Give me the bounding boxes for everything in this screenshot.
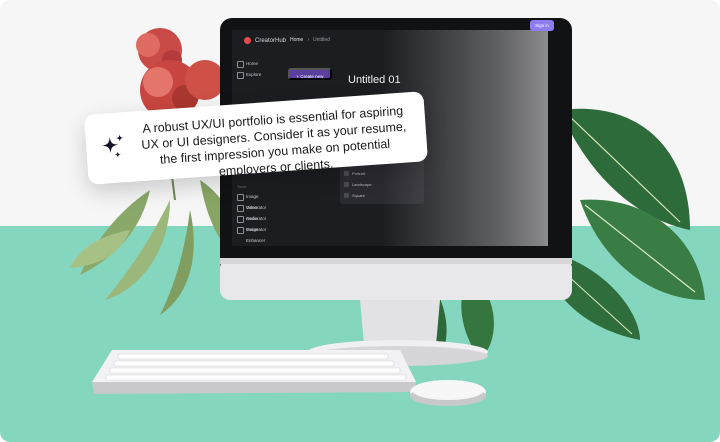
- sidebar-item-image-generator[interactable]: Image Generator: [232, 191, 278, 210]
- sidebar-item-explore[interactable]: Explore: [232, 69, 278, 80]
- create-new-button[interactable]: + Create new: [288, 68, 332, 80]
- sidebar-item-video-generator[interactable]: Video Generator: [232, 202, 278, 221]
- sign-in-button[interactable]: Sign in: [530, 20, 554, 31]
- breadcrumb-current: Untitled: [313, 37, 330, 43]
- sparkles-icon: [102, 134, 124, 158]
- sidebar-item-home[interactable]: Home: [232, 58, 278, 69]
- option-landscape[interactable]: Landscape: [340, 179, 424, 190]
- sidebar-section-tools: Tools: [237, 184, 247, 189]
- sidebar-item-image-enhancer[interactable]: Image Enhancer: [232, 224, 278, 243]
- logo-mark-icon: [244, 37, 251, 44]
- breadcrumb-home[interactable]: Home: [290, 37, 303, 43]
- app-name: CreatorHub: [255, 37, 287, 44]
- breadcrumb-separator: ›: [307, 37, 310, 43]
- hero-illustration: CreatorHub Home › Untitled Home Explore …: [0, 0, 720, 442]
- app-logo[interactable]: CreatorHub: [244, 37, 286, 44]
- option-square[interactable]: Square: [340, 190, 424, 201]
- breadcrumb: Home › Untitled: [290, 37, 330, 43]
- mouse: [410, 380, 486, 406]
- sidebar-item-audio-generator[interactable]: Audio Generator: [232, 213, 278, 232]
- keyboard: [92, 350, 416, 394]
- app-topbar: CreatorHub Home › Untitled: [232, 30, 548, 54]
- page-title: Untitled 01: [348, 74, 401, 86]
